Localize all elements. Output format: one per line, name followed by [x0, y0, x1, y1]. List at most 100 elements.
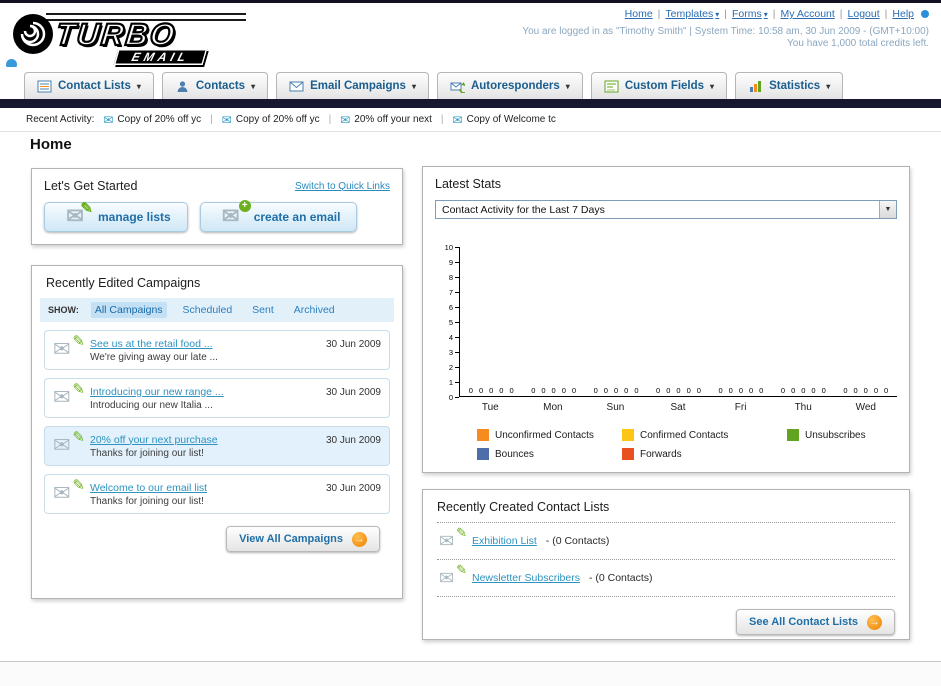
login-info: You are logged in as "Timothy Smith" | S…: [522, 26, 929, 37]
recent-campaigns-title: Recently Edited Campaigns: [46, 276, 201, 290]
chart-day-group: 00000: [460, 386, 522, 396]
envelope-icon: ✉: [439, 568, 455, 588]
get-started-panel: Let's Get Started Switch to Quick Links …: [31, 168, 403, 245]
recent-activity-label: Recent Activity:: [26, 114, 95, 125]
logo-swirl-icon: [12, 13, 54, 58]
nav-tab-contact-lists[interactable]: Contact Lists ▾: [24, 72, 154, 99]
x-axis-label: Fri: [734, 402, 747, 413]
switch-quick-links-link[interactable]: Switch to Quick Links: [295, 181, 390, 192]
contact-list-link[interactable]: Newsletter Subscribers: [472, 572, 580, 584]
y-axis-tick: 4: [449, 333, 459, 342]
recent-activity-item[interactable]: ✉ 20% off your next: [340, 114, 432, 126]
contact-list-item[interactable]: ✉ ✎ Newsletter Subscribers - (0 Contacts…: [437, 560, 895, 597]
plus-icon: +: [238, 200, 251, 212]
nav-tab-label: Autoresponders: [470, 80, 560, 92]
campaign-title-link[interactable]: Introducing our new range ...: [90, 386, 317, 398]
nav-tab-label: Contacts: [195, 80, 246, 92]
arrow-right-icon: →: [867, 614, 882, 630]
recent-activity-item[interactable]: ✉ Copy of Welcome tc: [452, 112, 556, 127]
nav-tab-statistics[interactable]: Statistics ▾: [735, 72, 844, 99]
legend-swatch: [477, 448, 489, 460]
recent-activity-item-label: Copy of 20% off yc: [117, 114, 202, 125]
chart-legend: Unconfirmed Contacts Confirmed Contacts Un…: [477, 429, 897, 460]
y-axis-tick: 7: [449, 288, 459, 297]
top-link-label: Templates: [665, 8, 714, 20]
edit-list-icon: ✉ ✎: [439, 562, 467, 588]
envelope-icon: ✉: [452, 112, 463, 127]
campaign-list-item[interactable]: ✉ ✎ Welcome to our email list Thanks for…: [44, 474, 390, 514]
contact-list-item[interactable]: ✉ ✎ Exhibition List - (0 Contacts): [437, 523, 895, 560]
recent-activity-item-label: Copy of 20% off yc: [235, 114, 320, 125]
nav-tab-email-campaigns[interactable]: Email Campaigns ▾: [276, 72, 429, 99]
envelope-icon: ✉: [53, 482, 71, 505]
y-axis-tick: 10: [445, 243, 459, 252]
x-axis-label: Mon: [543, 402, 563, 413]
chart-day-group: 00000: [710, 386, 772, 396]
manage-lists-button[interactable]: ✉ ✎ manage lists: [44, 200, 188, 232]
top-link-my-account[interactable]: My Account: [781, 8, 835, 20]
legend-item: Bounces: [477, 448, 622, 460]
campaign-title-link[interactable]: See us at the retail food ...: [90, 338, 317, 350]
view-all-campaigns-button[interactable]: View All Campaigns →: [226, 526, 380, 552]
nav-tab-contacts[interactable]: Contacts ▾: [161, 72, 269, 99]
edit-list-icon: ✉ ✎: [61, 200, 93, 228]
chart-day-group: 00000: [835, 386, 897, 396]
filter-all-campaigns[interactable]: All Campaigns: [90, 302, 167, 318]
legend-label: Confirmed Contacts: [640, 429, 729, 441]
pencil-icon: ✎: [72, 333, 85, 350]
top-link-logout[interactable]: Logout: [848, 8, 880, 20]
campaign-date: 30 Jun 2009: [325, 435, 381, 446]
top-link-help[interactable]: Help: [892, 8, 914, 20]
chart-day-group: 00000: [772, 386, 834, 396]
footer-divider: [0, 661, 941, 686]
top-link-forms[interactable]: Forms ▾: [732, 8, 768, 20]
campaign-title-link[interactable]: 20% off your next purchase: [90, 434, 317, 446]
stats-period-select[interactable]: Contact Activity for the Last 7 Days ▼: [435, 200, 897, 219]
envelope-icon: ✉: [221, 205, 240, 228]
dropdown-arrow-icon: ▾: [411, 81, 416, 91]
legend-label: Unsubscribes: [805, 429, 866, 441]
pencil-icon: ✎: [80, 200, 93, 217]
nav-tab-custom-fields[interactable]: Custom Fields ▾: [590, 72, 728, 99]
campaign-list-item[interactable]: ✉ ✎ 20% off your next purchase Thanks fo…: [44, 426, 390, 466]
recent-activity-item[interactable]: ✉ Copy of 20% off yc: [222, 114, 320, 126]
create-email-button[interactable]: ✉ + create an email: [199, 200, 358, 232]
campaign-title-link[interactable]: Welcome to our email list: [90, 482, 317, 494]
filter-sent[interactable]: Sent: [248, 302, 278, 318]
filter-archived[interactable]: Archived: [290, 302, 339, 318]
top-link-home[interactable]: Home: [625, 8, 653, 20]
top-link-label: Forms: [732, 8, 762, 20]
nav-tab-label: Statistics: [769, 80, 821, 92]
top-nav: Home | Templates ▾ | Forms ▾ | My Account …: [625, 8, 929, 20]
chart-value-labels: 00000: [593, 386, 639, 395]
recent-activity-item[interactable]: ✉ Copy of 20% off yc: [103, 114, 202, 126]
filter-scheduled[interactable]: Scheduled: [179, 302, 237, 318]
campaign-date: 30 Jun 2009: [325, 387, 381, 398]
y-axis-tick: 8: [449, 273, 459, 282]
legend-item: Forwards: [622, 448, 787, 460]
contacts-icon: [177, 80, 188, 92]
nav-tab-autoresponders[interactable]: Autoresponders ▾: [436, 72, 583, 99]
campaign-list-item[interactable]: ✉ ✎ See us at the retail food ... We're …: [44, 330, 390, 370]
see-all-contact-lists-button[interactable]: See All Contact Lists →: [735, 609, 895, 635]
dropdown-arrow-icon: ▾: [763, 9, 768, 19]
nav-tab-label: Custom Fields: [624, 80, 705, 92]
top-link-templates[interactable]: Templates ▾: [665, 8, 719, 20]
contact-lists-icon: [37, 80, 52, 92]
statistics-icon: [750, 80, 762, 92]
x-axis-label: Sun: [606, 402, 625, 413]
contact-list-link[interactable]: Exhibition List: [472, 535, 537, 547]
legend-swatch: [622, 448, 634, 460]
recent-activity-item-label: 20% off your next: [354, 114, 432, 125]
legend-swatch: [787, 429, 799, 441]
chart-plot-area: 00000 00000 00000 00000 00000 00000 00000: [459, 247, 897, 397]
help-status-dot-icon: [921, 10, 929, 18]
y-axis-tick: 3: [449, 348, 459, 357]
logo-text-turbo: TURBO: [53, 16, 179, 53]
legend-item: Confirmed Contacts: [622, 429, 787, 441]
separator: |: [657, 8, 661, 20]
separator: |: [772, 8, 776, 20]
campaign-list-item[interactable]: ✉ ✎ Introducing our new range ... Introd…: [44, 378, 390, 418]
pencil-icon: ✎: [72, 429, 85, 446]
latest-stats-title: Latest Stats: [435, 177, 502, 191]
